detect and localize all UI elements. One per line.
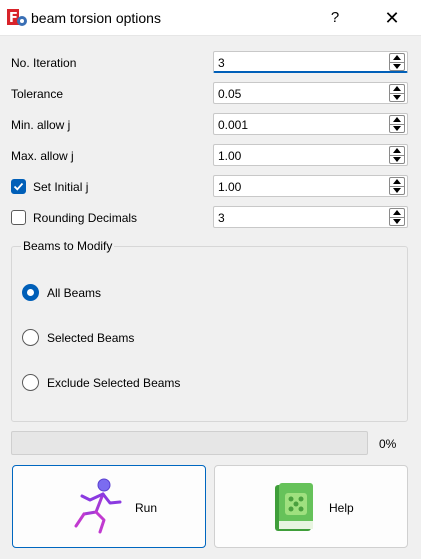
rounding-value[interactable]: 3 [218,211,225,225]
run-button[interactable]: Run [12,465,206,548]
radio-selected-beams-label[interactable]: Selected Beams [47,331,134,345]
set-initial-label[interactable]: Set Initial j [33,180,88,194]
stepper-divider [390,186,404,187]
tolerance-label: Tolerance [11,87,64,101]
help-label: Help [329,501,354,515]
spin-up-icon[interactable] [393,148,401,153]
set-initial-checkbox[interactable] [11,179,26,194]
rounding-stepper[interactable] [389,208,405,226]
stepper-divider [390,93,404,94]
progress-bar [11,431,368,455]
set-initial-stepper[interactable] [389,177,405,195]
progress-text: 0% [379,437,397,451]
iteration-stepper[interactable] [389,53,405,71]
tolerance-stepper[interactable] [389,84,405,102]
radio-all-beams-label[interactable]: All Beams [47,286,101,300]
spin-up-icon[interactable] [393,117,401,122]
rounding-checkbox[interactable] [11,210,26,225]
stepper-divider [390,155,404,156]
max-allow-stepper[interactable] [389,146,405,164]
green-book-icon [275,483,313,531]
stepper-divider [390,217,404,218]
group-title: Beams to Modify [21,239,115,253]
min-allow-stepper[interactable] [389,115,405,133]
max-allow-spinbox[interactable]: 1.00 [213,144,408,166]
close-button[interactable]: ✕ [380,6,404,30]
spin-up-icon[interactable] [393,86,401,91]
spin-down-icon[interactable] [393,64,401,69]
min-allow-spinbox[interactable]: 0.001 [213,113,408,135]
spin-up-icon[interactable] [393,210,401,215]
app-gear-icon: F [7,9,27,26]
iteration-spinbox[interactable]: 3 [213,51,408,73]
tolerance-value[interactable]: 0.05 [218,87,241,101]
checkmark-icon [13,182,24,191]
spin-down-icon[interactable] [393,188,401,193]
svg-text:F: F [9,11,18,26]
rounding-spinbox[interactable]: 3 [213,206,408,228]
window-title: beam torsion options [31,10,161,26]
running-person-icon [74,478,122,534]
radio-exclude-selected[interactable] [22,374,39,391]
radio-exclude-selected-label[interactable]: Exclude Selected Beams [47,376,180,390]
spin-down-icon[interactable] [393,219,401,224]
iteration-value[interactable]: 3 [218,56,225,70]
title-bar: F beam torsion options ? ✕ [0,0,421,36]
max-allow-value[interactable]: 1.00 [218,149,241,163]
rounding-label[interactable]: Rounding Decimals [33,211,137,225]
set-initial-spinbox[interactable]: 1.00 [213,175,408,197]
spin-down-icon[interactable] [393,95,401,100]
max-allow-label: Max. allow j [11,149,74,163]
min-allow-label: Min. allow j [11,118,71,132]
radio-all-beams[interactable] [22,284,39,301]
help-title-button[interactable]: ? [325,6,345,30]
spin-up-icon[interactable] [393,55,401,60]
set-initial-value[interactable]: 1.00 [218,180,241,194]
spin-down-icon[interactable] [393,126,401,131]
spin-down-icon[interactable] [393,157,401,162]
min-allow-value[interactable]: 0.001 [218,118,248,132]
iteration-label: No. Iteration [11,56,77,70]
spin-up-icon[interactable] [393,179,401,184]
stepper-divider [390,62,404,63]
radio-selected-beams[interactable] [22,329,39,346]
help-button[interactable]: Help [214,465,408,548]
run-label: Run [135,501,158,515]
stepper-divider [390,124,404,125]
tolerance-spinbox[interactable]: 0.05 [213,82,408,104]
